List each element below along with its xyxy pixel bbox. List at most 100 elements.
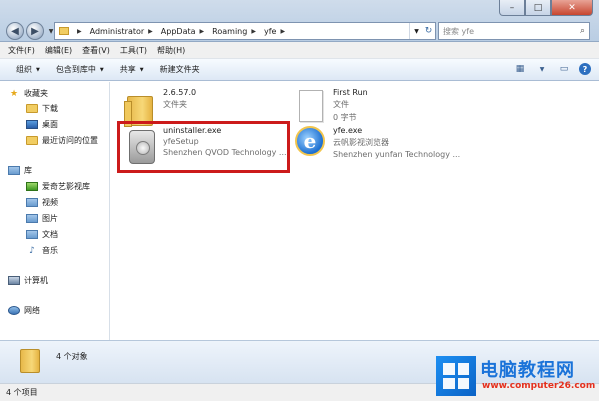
document-icon — [26, 230, 38, 239]
status-text: 4 个项目 — [6, 388, 38, 397]
nav-music[interactable]: ♪ 音乐 — [26, 245, 58, 256]
desktop-icon — [26, 120, 38, 129]
nav-documents[interactable]: 文档 — [26, 229, 58, 240]
nav-libraries[interactable]: 库 — [8, 165, 32, 176]
nav-iqiyi[interactable]: 爱奇艺影视库 — [26, 181, 90, 192]
menu-tools[interactable]: 工具(T) — [120, 45, 147, 56]
navigation-pane: ★ 收藏夹 下载 桌面 最近访问的位置 库 爱奇艺影视库 视频 图片 文档 ♪ 音乐… — [0, 82, 110, 340]
search-placeholder: 搜索 yfe — [443, 26, 475, 36]
chevron-right-icon: ▶ — [251, 27, 256, 35]
breadcrumb-roaming[interactable]: Roaming ▶ — [212, 27, 260, 36]
search-input[interactable]: 搜索 yfe ⌕ — [438, 22, 590, 40]
breadcrumb-yfe[interactable]: yfe ▶ — [264, 27, 289, 36]
star-icon: ★ — [9, 88, 19, 99]
chevron-right-icon: ▶ — [280, 27, 286, 35]
nav-label: 视频 — [42, 198, 58, 207]
menu-view[interactable]: 查看(V) — [82, 45, 110, 56]
file-item-yfe[interactable]: e yfe.exe 云帆影视浏览器 Shenzhen yunfan Techno… — [291, 124, 460, 168]
include-library-button[interactable]: 包含到库中 ▼ — [56, 64, 104, 75]
nav-computer[interactable]: 计算机 — [8, 275, 48, 286]
organize-label: 组织 — [16, 65, 32, 74]
nav-label: 最近访问的位置 — [42, 136, 98, 145]
chevron-down-icon: ▼ — [99, 66, 104, 73]
chevron-down-icon: ▼ — [139, 66, 144, 73]
nav-videos[interactable]: 视频 — [26, 197, 58, 208]
new-folder-button[interactable]: 新建文件夹 — [160, 64, 200, 75]
nav-label: 计算机 — [24, 276, 48, 285]
organize-button[interactable]: 组织 ▼ — [16, 64, 40, 75]
chevron-right-icon: ▶ — [148, 27, 153, 35]
nav-network[interactable]: 网络 — [8, 305, 40, 316]
nav-desktop[interactable]: 桌面 — [26, 119, 58, 130]
command-toolbar: 组织 ▼ 包含到库中 ▼ 共享 ▼ 新建文件夹 ▦ ▼ ▭ ? — [0, 59, 599, 81]
breadcrumb-root[interactable]: ▶ — [73, 28, 86, 35]
refresh-icon[interactable]: ↻ — [422, 22, 436, 40]
breadcrumb-label: Administrator — [89, 26, 145, 36]
close-button[interactable]: ✕ — [551, 0, 593, 16]
nav-label: 图片 — [42, 214, 58, 223]
nav-label: 文档 — [42, 230, 58, 239]
file-type: 文件夹 — [163, 100, 187, 109]
breadcrumb-administrator[interactable]: Administrator ▶ — [90, 27, 157, 36]
address-dropdown[interactable]: ▼ — [409, 23, 423, 39]
forward-button[interactable]: ▶ — [26, 22, 44, 40]
library-icon — [8, 166, 20, 175]
nav-buttons: ◀ ▶ ▼ — [6, 22, 56, 40]
file-type: 文件 — [333, 100, 349, 109]
network-icon — [8, 306, 20, 315]
file-name: 2.6.57.0 — [163, 88, 197, 97]
nav-label: 库 — [24, 166, 32, 175]
view-options-icon[interactable]: ▦ — [513, 62, 527, 76]
breadcrumb-label: yfe — [263, 26, 277, 36]
menu-help[interactable]: 帮助(H) — [157, 45, 185, 56]
window-controls: – □ ✕ — [499, 0, 593, 16]
title-bar: – □ ✕ ◀ ▶ ▼ ▶ Administrator ▶ AppData ▶ Ro… — [0, 0, 599, 42]
highlight-annotation — [117, 121, 290, 173]
file-description: 云帆影视浏览器 — [333, 138, 389, 147]
file-size: 0 字节 — [333, 113, 357, 122]
file-company: Shenzhen yunfan Technology ... — [333, 150, 461, 159]
item-count: 4 个对象 — [56, 352, 88, 361]
chevron-down-icon[interactable]: ▼ — [535, 62, 549, 76]
watermark-title: 电脑教程网 — [480, 360, 575, 381]
nav-downloads[interactable]: 下载 — [26, 103, 58, 114]
yfe-browser-icon: e — [291, 124, 327, 168]
share-button[interactable]: 共享 ▼ — [120, 64, 144, 75]
folder-icon — [59, 27, 69, 35]
menu-bar: 文件(F) 编辑(E) 查看(V) 工具(T) 帮助(H) — [0, 42, 599, 59]
breadcrumb-appdata[interactable]: AppData ▶ — [161, 27, 208, 36]
help-icon[interactable]: ? — [579, 63, 591, 75]
nav-label: 网络 — [24, 306, 40, 315]
chevron-right-icon: ▶ — [199, 27, 205, 35]
share-label: 共享 — [119, 65, 136, 74]
back-button[interactable]: ◀ — [6, 22, 24, 40]
breadcrumb-label: AppData — [160, 26, 196, 36]
chevron-down-icon: ▼ — [36, 66, 40, 73]
chevron-right-icon: ▶ — [77, 27, 82, 35]
nav-pictures[interactable]: 图片 — [26, 213, 58, 224]
menu-file[interactable]: 文件(F) — [8, 45, 35, 56]
music-icon: ♪ — [29, 245, 35, 256]
nav-label: 音乐 — [42, 246, 58, 255]
maximize-button[interactable]: □ — [525, 0, 551, 16]
windows-logo-icon — [436, 356, 476, 396]
nav-recent[interactable]: 最近访问的位置 — [26, 135, 98, 146]
computer-icon — [8, 276, 20, 285]
preview-pane-icon[interactable]: ▭ — [557, 62, 571, 76]
address-bar[interactable]: ▶ Administrator ▶ AppData ▶ Roaming ▶ yfe ▶ … — [54, 22, 424, 40]
new-folder-label: 新建文件夹 — [159, 65, 200, 74]
iqiyi-library-icon — [26, 182, 38, 191]
minimize-button[interactable]: – — [499, 0, 525, 16]
breadcrumb-label: Roaming — [212, 26, 248, 36]
search-icon[interactable]: ⌕ — [580, 26, 585, 36]
nav-favorites[interactable]: ★ 收藏夹 — [8, 88, 48, 99]
picture-icon — [26, 214, 38, 223]
watermark-url: www.computer26.com — [482, 381, 596, 391]
folder-icon — [20, 349, 40, 373]
file-name: yfe.exe — [333, 126, 363, 135]
menu-edit[interactable]: 编辑(E) — [45, 45, 72, 56]
recent-places-icon — [26, 136, 38, 145]
video-icon — [26, 198, 38, 207]
nav-label: 下载 — [42, 104, 58, 113]
nav-label: 收藏夹 — [24, 89, 48, 98]
